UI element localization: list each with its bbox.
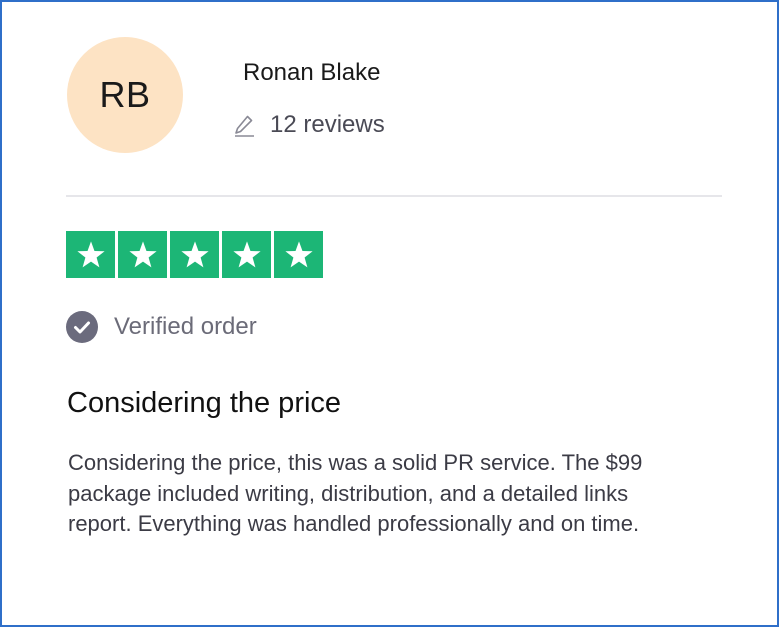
star-icon [180,240,209,267]
star-rating [66,231,323,278]
pencil-icon [235,115,254,137]
verified-badge: Verified order [66,311,257,343]
star-4 [222,231,271,278]
star-2 [118,231,167,278]
avatar[interactable]: RB [67,37,183,153]
review-title[interactable]: Considering the price [67,386,341,420]
reviewer-name[interactable]: Ronan Blake [243,58,380,88]
divider [66,195,722,197]
star-icon [128,240,157,267]
check-circle-icon [66,311,98,343]
star-icon [76,240,105,267]
star-3 [170,231,219,278]
review-body: Considering the price, this was a solid … [68,450,643,536]
star-icon [232,240,261,267]
star-icon [284,240,313,267]
verified-label: Verified order [114,313,257,340]
star-1 [66,231,115,278]
review-count: 12 reviews [270,111,385,138]
avatar-initials: RB [99,74,151,115]
star-5 [274,231,323,278]
review-card: RB Ronan Blake 12 reviews Verified order… [0,0,779,627]
review-count-row: 12 reviews [232,110,385,140]
